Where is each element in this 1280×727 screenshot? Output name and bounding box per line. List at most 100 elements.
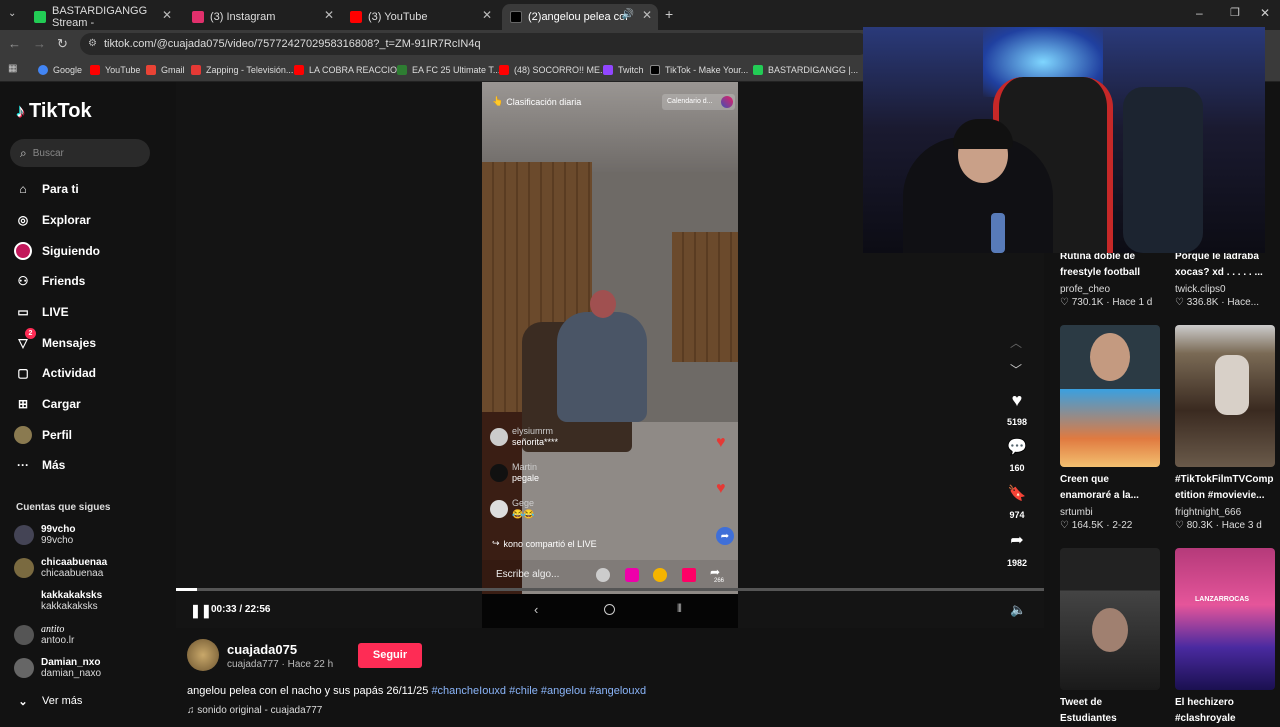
nav-item-actividad[interactable]: ▢ Actividad <box>14 362 96 384</box>
browser-tab-active[interactable]: (2)angelou pelea con el nac 🔊 ✕ <box>502 4 658 30</box>
tiktok-logo[interactable]: ♪ TikTok <box>16 100 92 123</box>
coin-icon[interactable] <box>653 568 667 582</box>
previous-video-icon[interactable]: ︿ <box>1010 334 1022 351</box>
video-progress-bar[interactable] <box>176 588 1044 591</box>
search-box[interactable]: ⌕ Buscar <box>10 139 150 167</box>
tab-title: (3) YouTube <box>368 11 428 23</box>
pause-button[interactable]: ❚❚ <box>190 603 212 619</box>
bookmark-item[interactable]: Gmail <box>146 62 185 78</box>
bookmark-item[interactable]: BASTARDIGANGG |... <box>753 62 858 78</box>
minimize-window-icon[interactable]: – <box>1196 6 1203 20</box>
home-icon: ⌂ <box>19 182 27 196</box>
close-tab-icon[interactable]: ✕ <box>162 8 172 22</box>
nav-item-explorar[interactable]: ◎ Explorar <box>14 209 91 231</box>
rec-thumbnail[interactable]: LANZARROCAS <box>1175 548 1275 690</box>
forward-icon[interactable]: → <box>33 36 46 51</box>
nav-item-friends[interactable]: ⚇ Friends <box>14 270 86 292</box>
nav-item-cargar[interactable]: ⊞ Cargar <box>14 393 81 415</box>
browser-tab[interactable]: BASTARDIGANGG Stream - ✕ <box>26 4 178 30</box>
volume-icon[interactable]: 🔈 <box>1010 602 1026 618</box>
site-info-icon[interactable]: ⚙ <box>88 38 97 49</box>
rec-thumbnail[interactable] <box>1060 325 1160 467</box>
bookmark-item[interactable]: TikTok - Make Your... <box>650 62 748 78</box>
rec-user[interactable]: srtumbi <box>1060 507 1093 518</box>
video-time: 00:33 / 22:56 <box>211 604 271 615</box>
followed-account[interactable]: Damian_nxo damian_naxo <box>14 657 101 679</box>
calendar-badge[interactable]: Calendario d... <box>662 94 735 110</box>
heart-icon: ♥ <box>1011 390 1023 410</box>
followed-account[interactable]: antito antoo.lr <box>14 624 74 646</box>
bookmark-item[interactable]: Zapping - Televisión... <box>191 62 293 78</box>
followed-account[interactable]: chicaabuenaa chicaabuenaa <box>14 557 107 579</box>
nav-item-mas[interactable]: ··· Más <box>14 454 65 476</box>
rec-title[interactable]: Tweet de Estudiantes <box>1060 695 1160 727</box>
bookmark-item[interactable]: EA FC 25 Ultimate T... <box>397 62 500 78</box>
rec-thumbnail[interactable] <box>1175 325 1275 467</box>
emoji-icon[interactable] <box>596 568 610 582</box>
close-tab-icon[interactable]: ✕ <box>642 8 652 22</box>
follow-button[interactable]: Seguir <box>358 643 422 668</box>
url-bar[interactable]: ⚙ tiktok.com/@cuajada075/video/757724270… <box>80 33 870 55</box>
browser-tab[interactable]: (3) Instagram ✕ <box>184 4 340 30</box>
nav-item-mensajes[interactable]: ▽ 2 Mensajes <box>14 328 96 354</box>
bookmark-item[interactable]: YouTube <box>90 62 140 78</box>
back-icon[interactable]: ← <box>8 36 21 51</box>
bookmark-item[interactable]: LA COBRA REACCIO... <box>294 62 405 78</box>
bookmark-item[interactable]: Google <box>38 62 82 78</box>
save-button[interactable]: 🔖 974 <box>998 484 1036 520</box>
tab-list-dropdown-icon[interactable]: ⌄ <box>8 8 16 19</box>
search-input[interactable]: Buscar <box>33 148 64 159</box>
gift-box-icon[interactable] <box>625 568 639 582</box>
shared-live-notice: ↪ kono compartió el LIVE <box>492 538 597 549</box>
tab-audio-icon[interactable]: 🔊 <box>622 9 634 20</box>
reload-icon[interactable]: ↻ <box>57 36 68 52</box>
next-video-icon[interactable]: ﹀ <box>1010 361 1022 378</box>
comment-button[interactable]: 💬 160 <box>998 437 1036 473</box>
rec-title[interactable]: Porque le ladraba xocas? xd . . . . . ..… <box>1175 249 1275 281</box>
like-button[interactable]: ♥ 5198 <box>998 390 1036 427</box>
compass-icon: ◎ <box>17 213 29 227</box>
rec-title[interactable]: Creen que enamoraré a la... <box>1060 472 1160 504</box>
nav-item-perfil[interactable]: Perfil <box>14 424 72 446</box>
rec-user[interactable]: frightnight_666 <box>1175 507 1241 518</box>
rec-title[interactable]: Rutina doble de freestyle football <box>1060 249 1160 281</box>
share-bubble-icon[interactable]: ➦ <box>716 527 734 545</box>
kick-icon <box>753 65 763 75</box>
author-avatar[interactable] <box>187 639 219 671</box>
share-icon: ➦ <box>1010 532 1024 549</box>
sound-link[interactable]: ♫ sonido original - cuajada777 <box>187 705 322 716</box>
apps-grid-icon[interactable]: ▦ <box>8 63 17 74</box>
youtube-icon <box>499 65 509 75</box>
new-tab-button[interactable]: + <box>665 6 673 22</box>
bookmark-item[interactable]: (48) SOCORRO!! ME... <box>499 62 608 78</box>
hashtags[interactable]: #chancheIouxd #chile #angelou #angelouxd <box>431 685 646 697</box>
see-more-button[interactable]: ⌄ Ver más <box>14 690 82 712</box>
chat-input[interactable]: Escribe algo... <box>496 569 559 580</box>
rec-thumbnail[interactable] <box>1060 548 1160 690</box>
rec-title[interactable]: #TikTokFilmTVComp etition #movievie... <box>1175 472 1275 504</box>
live-share-icon[interactable]: ➦ <box>710 565 720 579</box>
browser-tab[interactable]: (3) YouTube ✕ <box>342 4 498 30</box>
comment-count: 160 <box>1009 463 1025 473</box>
close-window-icon[interactable]: ✕ <box>1260 6 1270 20</box>
video-player[interactable]: 👆 Clasificación diaria Calendario d... el… <box>482 82 738 628</box>
close-tab-icon[interactable]: ✕ <box>482 8 492 22</box>
author-username[interactable]: cuajada075 <box>227 642 297 657</box>
gift-icon[interactable] <box>682 568 696 582</box>
followed-account[interactable]: kakkakaksks kakkakaksks <box>14 590 102 612</box>
android-home-icon[interactable] <box>604 604 615 615</box>
nav-item-siguiendo[interactable]: Siguiendo <box>14 240 100 262</box>
nav-item-live[interactable]: ▭ LIVE <box>14 301 68 323</box>
close-tab-icon[interactable]: ✕ <box>324 8 334 22</box>
restore-window-icon[interactable]: ❐ <box>1230 6 1240 19</box>
android-recents-icon[interactable]: ⦀ <box>677 603 682 616</box>
rec-title[interactable]: El hechizero #clashroyale <box>1175 695 1275 727</box>
rec-user[interactable]: twick.clips0 <box>1175 284 1226 295</box>
rec-user[interactable]: profe_cheo <box>1060 284 1110 295</box>
android-back-icon[interactable]: ‹ <box>534 602 538 617</box>
share-button[interactable]: ➦ 1982 <box>998 530 1036 568</box>
bookmark-item[interactable]: Twitch <box>603 62 644 78</box>
tab-favicon-icon <box>350 11 362 23</box>
nav-item-para-ti[interactable]: ⌂ Para ti <box>14 178 78 200</box>
followed-account[interactable]: 99vcho 99vcho <box>14 524 75 546</box>
